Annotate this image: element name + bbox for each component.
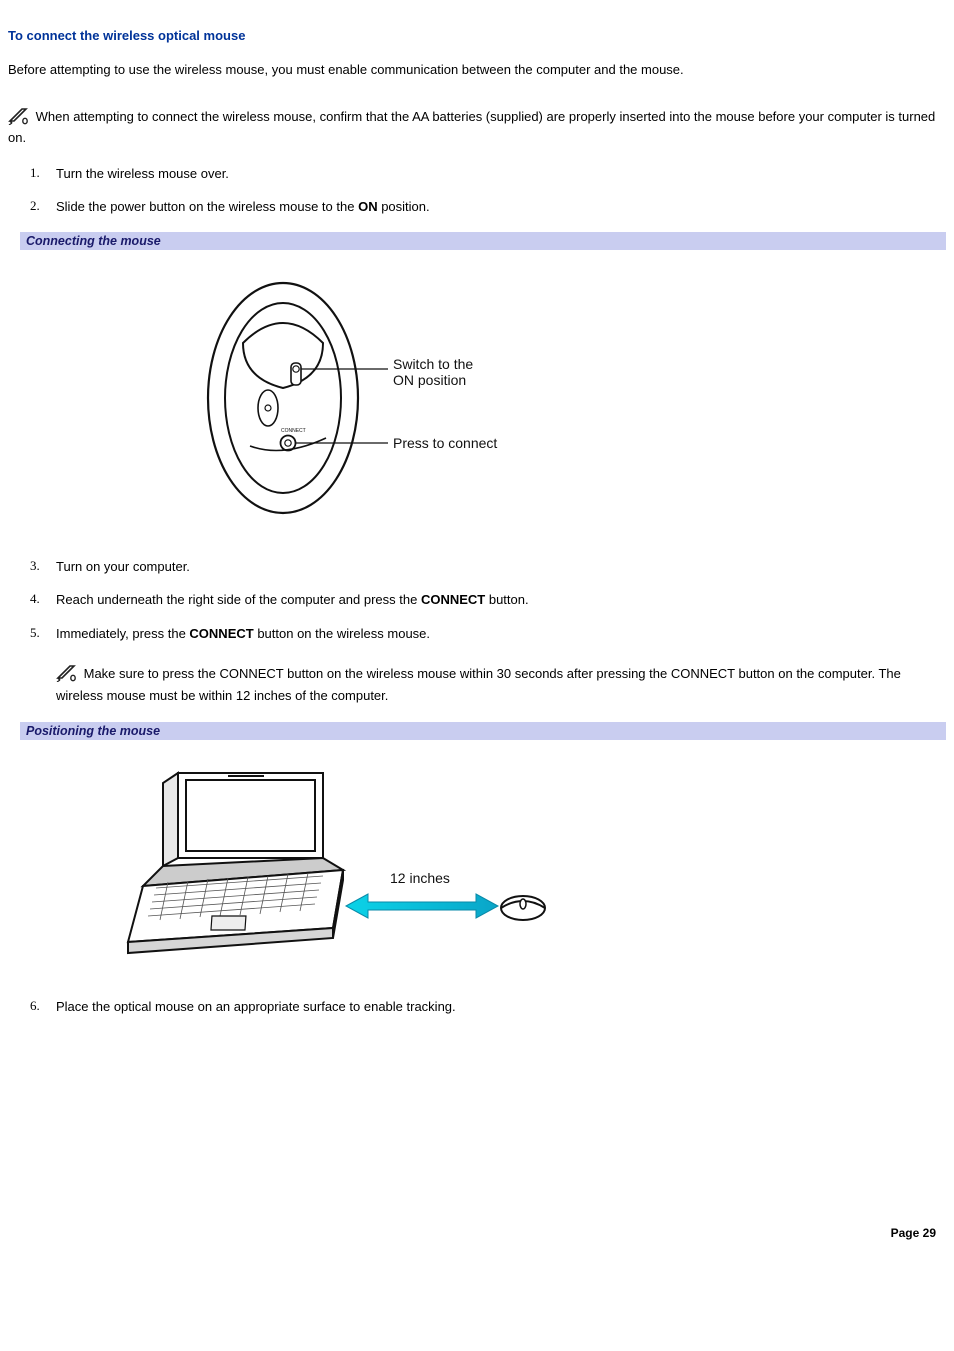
label-press-connect: Press to connect bbox=[393, 435, 497, 451]
step-text: Immediately, press the CONNECT button on… bbox=[56, 625, 946, 643]
section-title: To connect the wireless optical mouse bbox=[8, 28, 946, 43]
step-marker: 2. bbox=[8, 198, 56, 214]
step-list-c: 6. Place the optical mouse on an appropr… bbox=[8, 998, 946, 1016]
step-text: Turn on your computer. bbox=[56, 558, 946, 576]
svg-text:CONNECT: CONNECT bbox=[281, 428, 306, 434]
step-list-b: 3. Turn on your computer. 4. Reach under… bbox=[8, 558, 946, 643]
step-4: 4. Reach underneath the right side of th… bbox=[8, 591, 946, 609]
intro-paragraph: Before attempting to use the wireless mo… bbox=[8, 61, 946, 79]
figure-distance: 12 inches bbox=[8, 758, 946, 968]
step-1: 1. Turn the wireless mouse over. bbox=[8, 165, 946, 183]
step-text: Place the optical mouse on an appropriat… bbox=[56, 998, 946, 1016]
step-marker: 5. bbox=[8, 625, 56, 641]
note-text: When attempting to connect the wireless … bbox=[8, 109, 935, 146]
note-icon bbox=[56, 664, 78, 687]
figure-mouse-underside: CONNECT Switch to the ON position Press … bbox=[8, 268, 946, 528]
subheading-connecting: Connecting the mouse bbox=[20, 232, 946, 250]
step-text: Slide the power button on the wireless m… bbox=[56, 198, 946, 216]
step-list-a: 1. Turn the wireless mouse over. 2. Slid… bbox=[8, 165, 946, 216]
label-distance: 12 inches bbox=[390, 870, 450, 886]
step-marker: 6. bbox=[8, 998, 56, 1014]
step-marker: 4. bbox=[8, 591, 56, 607]
step-3: 3. Turn on your computer. bbox=[8, 558, 946, 576]
note-batteries: When attempting to connect the wireless … bbox=[8, 107, 946, 147]
label-switch-on: Switch to the ON position bbox=[393, 356, 473, 388]
step-text: Turn the wireless mouse over. bbox=[56, 165, 946, 183]
page-number: Page 29 bbox=[8, 1226, 946, 1240]
note-text: Make sure to press the CONNECT button on… bbox=[56, 666, 901, 703]
step-6: 6. Place the optical mouse on an appropr… bbox=[8, 998, 946, 1016]
step-2: 2. Slide the power button on the wireles… bbox=[8, 198, 946, 216]
subheading-positioning: Positioning the mouse bbox=[20, 722, 946, 740]
note-icon bbox=[8, 107, 30, 130]
step-text: Reach underneath the right side of the c… bbox=[56, 591, 946, 609]
step-marker: 3. bbox=[8, 558, 56, 574]
note-connect-timing: Make sure to press the CONNECT button on… bbox=[56, 664, 946, 704]
step-5: 5. Immediately, press the CONNECT button… bbox=[8, 625, 946, 643]
step-marker: 1. bbox=[8, 165, 56, 181]
